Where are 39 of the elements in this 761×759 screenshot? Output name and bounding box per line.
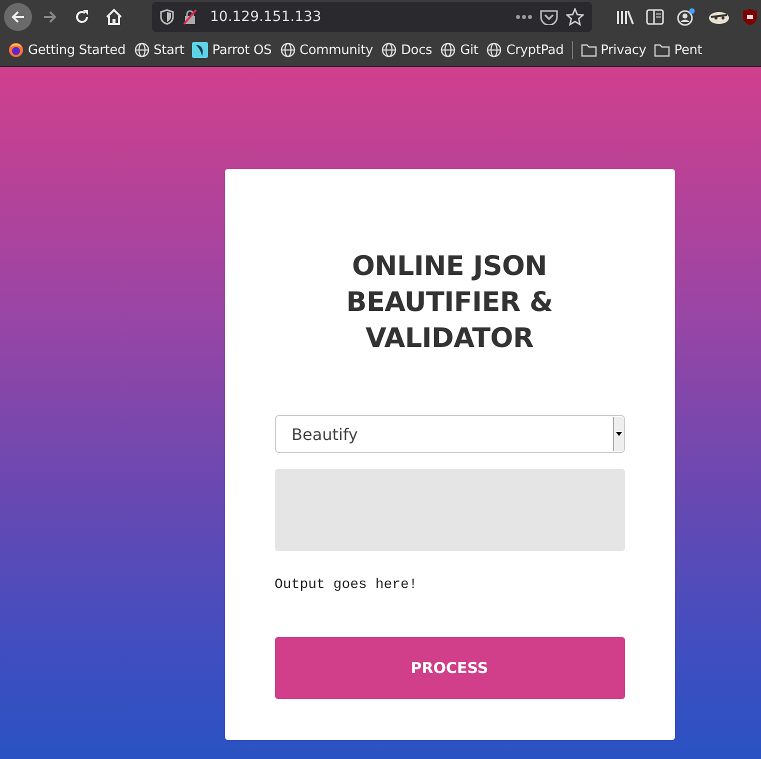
more-icon[interactable] [516, 14, 532, 20]
shield-icon [160, 9, 174, 25]
home-icon [105, 8, 123, 26]
bookmark-item[interactable]: Getting Started [8, 42, 126, 58]
pocket-icon[interactable] [540, 9, 558, 25]
bookmark-item[interactable]: Privacy [580, 42, 646, 58]
back-button[interactable] [4, 3, 32, 31]
bookmark-item[interactable]: Parrot OS [192, 42, 272, 58]
bookmark-item[interactable]: Git [440, 42, 478, 58]
bookmark-item[interactable]: CryptPad [486, 42, 564, 58]
folder-icon [580, 42, 597, 58]
bookmark-item[interactable]: Pent [654, 42, 702, 58]
page-title: ONLINE JSON BEAUTIFIER & VALIDATOR [345, 250, 554, 356]
caret-icon [612, 417, 624, 451]
browser-logo-icon [8, 42, 24, 58]
star-icon[interactable] [566, 8, 584, 26]
sidebar-icon[interactable] [646, 9, 664, 25]
reload-icon [73, 8, 91, 26]
folder-icon [654, 42, 670, 58]
process-button[interactable]: PROCESS [274, 637, 624, 699]
globe-icon [486, 42, 502, 58]
account-icon[interactable] [676, 8, 696, 26]
globe-icon [280, 42, 296, 58]
globe-icon [440, 42, 456, 58]
mode-select[interactable]: Beautify [274, 415, 624, 453]
shield-extension-icon[interactable] [742, 8, 758, 26]
mascot-icon[interactable] [708, 9, 730, 25]
bookmark-item[interactable]: Docs [381, 42, 432, 58]
output-text: Output goes here! [274, 577, 418, 593]
bookmark-item[interactable]: Community [280, 42, 373, 58]
library-icon[interactable] [616, 9, 634, 25]
json-input-field[interactable] [274, 469, 624, 551]
address-bar[interactable]: 10.129.151.133 [152, 2, 592, 32]
globe-icon [134, 42, 150, 58]
url-text: 10.129.151.133 [210, 9, 322, 25]
bird-logo-icon [192, 42, 208, 58]
globe-icon [381, 42, 397, 58]
insecure-lock-icon [182, 9, 198, 25]
bookmark-item[interactable]: Start [134, 42, 184, 58]
